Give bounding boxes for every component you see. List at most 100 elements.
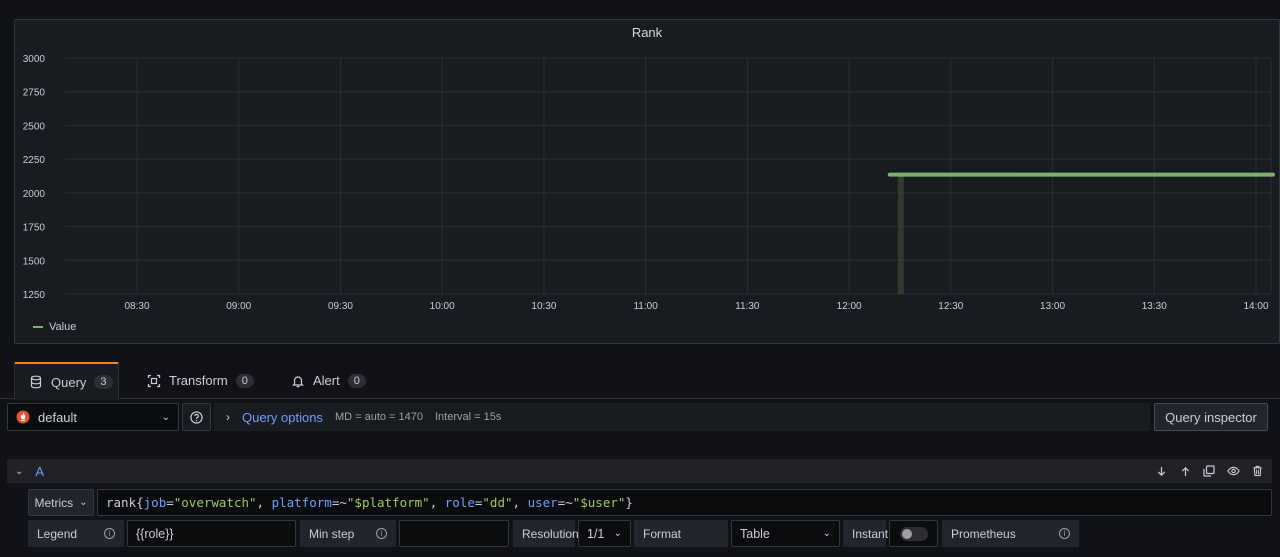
legend-swatch	[33, 326, 43, 328]
format-label: Format	[643, 526, 682, 541]
x-tick-label: 09:30	[328, 301, 353, 312]
max-data-points: MD = auto = 1470	[334, 411, 423, 423]
trash-icon[interactable]	[1250, 464, 1264, 478]
resolution-value: 1/1	[587, 526, 605, 541]
x-tick-label: 10:00	[430, 301, 455, 312]
query-token: job	[143, 495, 167, 510]
promql-query-input[interactable]: rank{job = "overwatch", platform =~ "$platfo…	[97, 489, 1272, 516]
tab-query[interactable]: Query 3	[14, 362, 119, 400]
query-token: platform	[271, 495, 332, 510]
min-step-option-label: Min step i	[300, 520, 396, 547]
resolution-option-label: Resolution	[513, 520, 579, 547]
tab-transform-count: 0	[235, 373, 254, 388]
metrics-browser-button[interactable]: Metrics ⌄	[28, 489, 94, 516]
query-token: rank	[106, 495, 137, 510]
tab-query-count: 3	[94, 375, 113, 389]
graph-panel: Rank 3000 2750 2500 2250 2000 1750 1500 1250 08:…	[14, 19, 1280, 344]
datasource-name: default	[38, 409, 78, 425]
resolution-select[interactable]: 1/1 ⌄	[578, 520, 631, 547]
query-token: "dd"	[482, 495, 513, 510]
query-options-bar[interactable]: › Query options MD = auto = 1470 Interva…	[214, 403, 1150, 431]
query-options-label[interactable]: Query options	[242, 410, 323, 425]
format-value: Table	[740, 526, 770, 541]
min-step-label: Min step	[309, 526, 355, 541]
x-tick-label: 11:00	[633, 301, 658, 312]
toggle-knob	[901, 528, 912, 539]
tab-transform[interactable]: Transform 0	[147, 362, 254, 399]
chart-legend[interactable]: Value	[33, 321, 76, 333]
tab-transform-label: Transform	[169, 373, 228, 388]
legend-format-input[interactable]: {{role}}	[127, 520, 296, 547]
query-token: =~	[557, 495, 573, 510]
query-row-actions	[1154, 459, 1264, 483]
query-token: =	[166, 495, 174, 510]
y-tick-label: 1750	[23, 223, 46, 234]
legend-option-label: Legend i	[28, 520, 124, 547]
query-token: role	[444, 495, 475, 510]
y-tick-label: 2500	[23, 121, 46, 132]
transform-icon	[147, 374, 161, 387]
query-token: user	[527, 495, 558, 510]
chevron-down-icon: ⌄	[161, 411, 170, 423]
query-row-header[interactable]: ⌄ A	[7, 459, 1272, 483]
x-tick-label: 11:30	[735, 301, 760, 312]
duplicate-icon[interactable]	[1202, 464, 1216, 478]
y-tick-label: 3000	[23, 54, 46, 65]
tab-alert[interactable]: Alert 0	[291, 362, 366, 399]
collapse-chevron-icon[interactable]: ⌄	[15, 466, 23, 477]
metrics-label: Metrics	[34, 495, 74, 510]
x-tick-label: 13:00	[1040, 301, 1065, 312]
y-tick-label: 2250	[23, 155, 46, 166]
resolution-label: Resolution	[522, 526, 579, 541]
query-ref-id[interactable]: A	[35, 464, 44, 479]
x-tick-label: 14:00	[1243, 301, 1268, 312]
query-token: ,	[256, 495, 272, 510]
eye-icon[interactable]	[1226, 464, 1240, 478]
query-inspector-button[interactable]: Query inspector	[1154, 403, 1268, 431]
info-icon[interactable]: i	[104, 528, 115, 539]
legend-label[interactable]: Value	[49, 321, 76, 333]
info-icon[interactable]: i	[376, 528, 387, 539]
datasource-help-button[interactable]	[182, 403, 211, 431]
bell-icon	[292, 375, 304, 387]
format-select[interactable]: Table ⌄	[731, 520, 840, 547]
query-token: {	[136, 495, 144, 510]
tab-query-label: Query	[51, 374, 87, 390]
chevron-down-icon: ⌄	[613, 528, 622, 539]
query-token: "$user"	[572, 495, 626, 510]
move-down-icon[interactable]	[1154, 464, 1168, 478]
tab-alert-label: Alert	[313, 373, 340, 388]
x-tick-label: 09:00	[226, 301, 251, 312]
prometheus-label: Prometheus	[951, 526, 1016, 541]
move-up-icon[interactable]	[1178, 464, 1192, 478]
query-token: =	[474, 495, 483, 510]
x-tick-label: 13:30	[1142, 301, 1167, 312]
query-token: =~	[331, 495, 347, 510]
y-tick-label: 2000	[23, 189, 46, 200]
format-option-label: Format	[634, 520, 728, 547]
chevron-right-icon: ›	[226, 410, 230, 424]
min-step-input[interactable]	[399, 520, 509, 547]
instant-label: Instant	[852, 526, 889, 541]
prometheus-icon	[16, 410, 30, 424]
query-token: }	[625, 495, 633, 510]
query-editor-page: Rank 3000 2750 2500 2250 2000 1750 1500 1250 08:…	[0, 0, 1280, 557]
x-tick-label: 12:00	[837, 301, 862, 312]
y-tick-label: 1500	[23, 256, 46, 267]
info-icon[interactable]: i	[1059, 528, 1070, 539]
x-tick-label: 10:30	[531, 301, 556, 312]
interval-value: Interval = 15s	[435, 411, 502, 423]
instant-option-label: Instant	[843, 520, 889, 547]
database-icon	[30, 375, 42, 389]
x-tick-label: 12:30	[938, 301, 963, 312]
prometheus-option-label: Prometheus i	[942, 520, 1079, 547]
chevron-down-icon: ⌄	[822, 528, 831, 539]
datasource-picker[interactable]: default ⌄	[7, 403, 179, 431]
instant-toggle[interactable]	[889, 520, 938, 547]
x-tick-label: 08:30	[124, 301, 149, 312]
tab-alert-count: 0	[347, 373, 366, 388]
legend-format-label: Legend	[37, 526, 78, 541]
question-circle-icon	[190, 410, 203, 424]
chevron-down-icon: ⌄	[79, 497, 88, 508]
rank-chart: 3000 2750 2500 2250 2000 1750 1500 1250 08:30 09:…	[23, 54, 1275, 312]
